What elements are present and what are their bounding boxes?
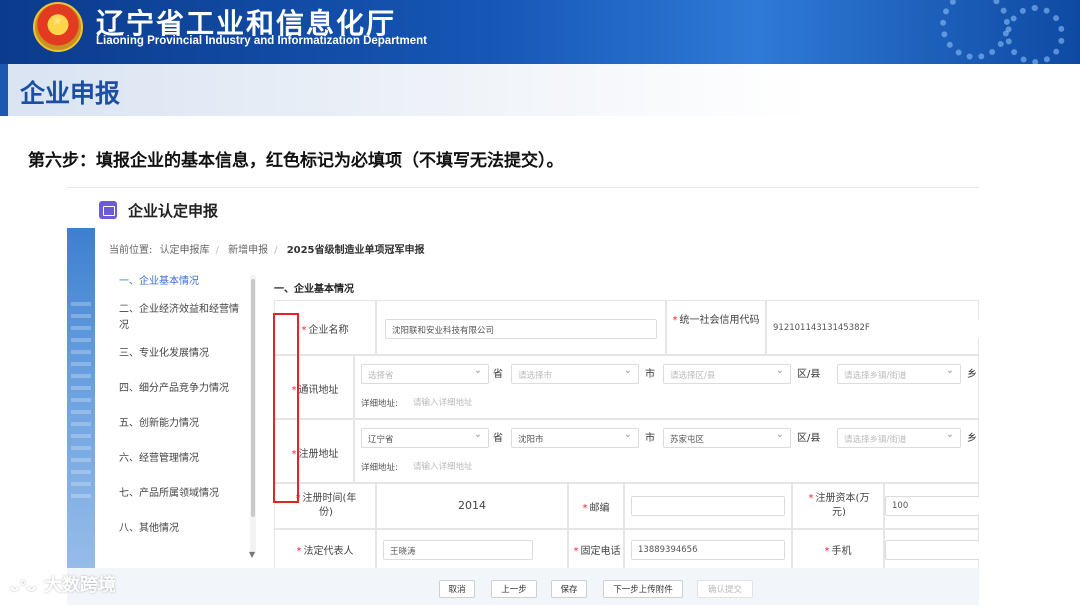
side-menu-item[interactable]: 七、产品所属领域情况 [109, 486, 259, 502]
org-name-en: Liaoning Provincial Industry and Informa… [96, 35, 427, 47]
detail-address-label: 详细地址: [361, 399, 398, 409]
city-unit: 市 [645, 433, 655, 444]
mail-detail-input[interactable]: 请输入详细地址 [407, 392, 975, 412]
header-banner: 辽宁省工业和信息化厅 Liaoning Provincial Industry … [0, 0, 1080, 64]
mail-city-select[interactable]: 请选择市 [511, 364, 639, 384]
reg-district-select[interactable]: 苏家屯区 [663, 428, 791, 448]
step-instruction: 第六步：填报企业的基本信息，红色标记为必填项（不填写无法提交）。 [28, 151, 564, 171]
app-title: 企业认定申报 [128, 202, 219, 220]
credit-code-label: * 统一社会信用代码 [672, 315, 760, 326]
app-header: 企业认定申报 [67, 188, 979, 228]
town-unit: 乡 [967, 369, 977, 380]
mobile-label-cell: * 手机 [792, 529, 884, 569]
postcode-label-cell: * 邮编 [568, 483, 624, 529]
mail-town-select[interactable]: 请选择乡镇/街道 [837, 364, 961, 384]
mail-address-value-cell: 选择省 省 请选择市 市 请选择区/县 区/县 请选择乡镇/街道 乡 详细地址:… [354, 355, 979, 419]
breadcrumb-item[interactable]: 认定申报库 [160, 245, 210, 256]
breadcrumb-item[interactable]: 新增申报 [228, 245, 268, 256]
side-scroll-thumb[interactable] [251, 279, 255, 517]
postcode-value-cell [624, 483, 792, 529]
phone-label: * 固定电话 [573, 546, 621, 557]
left-decor-strip [67, 228, 95, 605]
reg-year-label: * 注册时间(年份) [295, 493, 357, 518]
credit-code-value-cell: 91210114313145382F [766, 300, 979, 355]
app-window: 企业认定申报 当前位置: 认定申报库 / 新增申报/ 2025省级制造业单项冠军申… [67, 187, 979, 605]
form-heading: 一、企业基本情况 [274, 284, 354, 295]
section-accent [0, 64, 8, 116]
credit-code-input[interactable]: 91210114313145382F [767, 319, 979, 339]
district-unit: 区/县 [797, 433, 821, 444]
side-menu-item[interactable]: 一、企业基本情况 [109, 274, 259, 290]
cancel-button[interactable]: 取消 [439, 580, 475, 598]
phone-label-cell: * 固定电话 [568, 529, 624, 569]
town-unit: 乡 [967, 433, 977, 444]
company-name-input[interactable]: 沈阳联和安业科技有限公司 [385, 319, 657, 339]
reg-detail-input[interactable]: 请输入详细地址 [407, 456, 975, 476]
mail-district-select[interactable]: 请选择区/县 [663, 364, 791, 384]
mail-province-select[interactable]: 选择省 [361, 364, 489, 384]
mobile-value-cell [884, 529, 979, 569]
district-unit: 区/县 [797, 369, 821, 380]
side-menu-item[interactable]: 三、专业化发展情况 [109, 346, 259, 362]
company-name-value-cell: 沈阳联和安业科技有限公司 [376, 300, 666, 355]
phone-input[interactable]: 13889394656 [631, 540, 785, 560]
side-menu-item[interactable]: 二、企业经济效益和经营情况 [109, 302, 249, 334]
required-highlight-box [273, 313, 299, 503]
reg-capital-value-cell: 100 [884, 483, 979, 529]
legal-rep-value-cell: 王晓涛 [376, 529, 568, 569]
confirm-submit-button[interactable]: 确认提交 [697, 580, 753, 598]
reg-capital-input[interactable]: 100 [885, 496, 979, 516]
mobile-input[interactable] [885, 540, 979, 560]
postcode-label: * 邮编 [582, 503, 610, 514]
scroll-down-icon[interactable]: ▼ [249, 550, 255, 559]
mobile-label: * 手机 [824, 546, 852, 557]
side-menu-item[interactable]: 八、其他情况 [109, 521, 259, 537]
side-menu-item[interactable]: 六、经营管理情况 [109, 451, 259, 467]
reg-capital-label-cell: * 注册资本(万元) [792, 483, 884, 529]
legal-rep-input[interactable]: 王晓涛 [383, 540, 533, 560]
wechat-icon: ᴗ°ᴗ [10, 579, 37, 595]
watermark-text: 大数跨境 [44, 575, 116, 596]
postcode-input[interactable] [631, 496, 785, 516]
reg-year-value-cell: 2014 [376, 483, 568, 529]
reg-town-select[interactable]: 请选择乡镇/街道 [837, 428, 961, 448]
breadcrumb-current: 2025省级制造业单项冠军申报 [286, 245, 425, 256]
side-menu-item[interactable]: 四、细分产品竞争力情况 [109, 381, 259, 397]
breadcrumb-prefix: 当前位置: [109, 245, 153, 256]
legal-rep-label-cell: * 法定代表人 [274, 529, 376, 569]
credit-code-label-cell: * 统一社会信用代码 [666, 300, 766, 355]
legal-rep-label: * 法定代表人 [296, 546, 354, 557]
emblem-icon [33, 2, 83, 52]
save-button[interactable]: 保存 [551, 580, 587, 598]
gear-decoration [940, 0, 1010, 60]
breadcrumb: 当前位置: 认定申报库 / 新增申报/ 2025省级制造业单项冠军申报 [109, 245, 425, 256]
phone-value-cell: 13889394656 [624, 529, 792, 569]
city-unit: 市 [645, 369, 655, 380]
side-menu-item[interactable]: 五、创新能力情况 [109, 416, 259, 432]
prev-step-button[interactable]: 上一步 [491, 580, 537, 598]
province-unit: 省 [493, 433, 503, 444]
reg-address-value-cell: 辽宁省 省 沈阳市 市 苏家屯区 区/县 请选择乡镇/街道 乡 详细地址: 请输… [354, 419, 979, 483]
detail-address-label: 详细地址: [361, 463, 398, 473]
reg-province-select[interactable]: 辽宁省 [361, 428, 489, 448]
next-upload-button[interactable]: 下一步上传附件 [603, 580, 683, 598]
side-menu: 一、企业基本情况 二、企业经济效益和经营情况 三、专业化发展情况 四、细分产品竞… [109, 274, 259, 537]
reg-city-select[interactable]: 沈阳市 [511, 428, 639, 448]
section-bar: 企业申报 [0, 64, 1080, 116]
form-icon [99, 201, 117, 219]
section-title: 企业申报 [20, 79, 121, 108]
basic-info-form: * 企业名称 沈阳联和安业科技有限公司 * 统一社会信用代码 91210114313… [274, 300, 979, 570]
watermark: ᴗ°ᴗ 大数跨境 [10, 571, 116, 597]
reg-year-value[interactable]: 2014 [377, 499, 567, 512]
reg-capital-label: * 注册资本(万元) [808, 493, 870, 518]
province-unit: 省 [493, 369, 503, 380]
gear-decoration [1005, 5, 1065, 64]
